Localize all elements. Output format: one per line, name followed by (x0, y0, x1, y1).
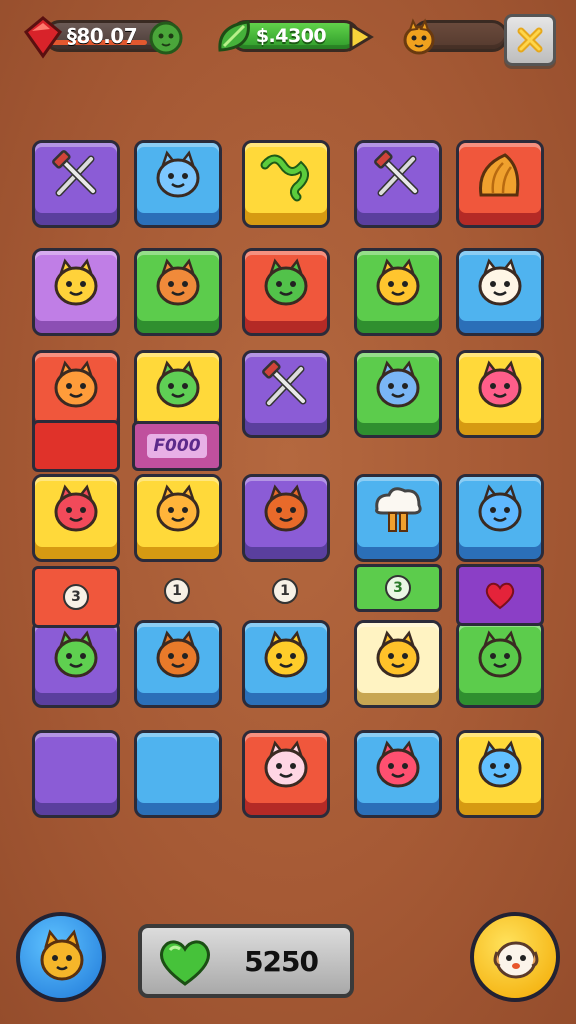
pet-button[interactable] (470, 912, 560, 1002)
board-tile[interactable] (134, 248, 222, 336)
green-heart-icon (160, 940, 210, 986)
crossed-swords-icon (262, 359, 307, 407)
board-tile[interactable] (456, 140, 544, 228)
blue-puff-icon (478, 740, 522, 788)
orange-fox-head-icon (156, 630, 200, 678)
board-tile[interactable] (354, 474, 442, 562)
green-frog-icon (54, 630, 98, 678)
board-tile[interactable] (456, 248, 544, 336)
mushroom-cloud-icon (375, 487, 422, 532)
green-snake-icon (260, 154, 309, 202)
yellow-fox-icon (376, 258, 420, 306)
token-badge[interactable]: 1 (272, 578, 298, 604)
pink-ghost-icon (264, 740, 308, 788)
board-tile[interactable] (456, 474, 544, 562)
yellow-fox2-icon (376, 630, 420, 678)
board-tile[interactable] (32, 140, 120, 228)
board-tile[interactable] (242, 730, 330, 818)
board-tile[interactable] (32, 474, 120, 562)
pink-jelly-icon (478, 360, 522, 408)
token-slab-2[interactable]: 3 (354, 564, 442, 612)
orange-shell-icon (479, 153, 520, 197)
orange-star-icon (156, 484, 200, 532)
board-tile[interactable] (354, 248, 442, 336)
food-tag[interactable]: F000 (132, 421, 222, 471)
board-tile[interactable] (134, 474, 222, 562)
red-heart-icon (485, 582, 515, 610)
board-tile[interactable] (354, 730, 442, 818)
tile-face (137, 733, 219, 803)
orange-dragon-icon (156, 258, 200, 306)
board-tile[interactable] (242, 140, 330, 228)
sun-face-icon (478, 258, 522, 306)
board-tile[interactable] (456, 620, 544, 708)
board-tile[interactable] (242, 474, 330, 562)
board-tile[interactable] (32, 620, 120, 708)
character-button[interactable] (16, 912, 106, 1002)
token-slab-1[interactable]: 3 (32, 566, 120, 628)
board-tile[interactable] (354, 140, 442, 228)
orange-fox-icon (264, 484, 308, 532)
hammer-crossed-icon (52, 149, 97, 197)
orange-cat-icon (40, 929, 84, 981)
yellow-bird-icon (264, 630, 308, 678)
board-tile[interactable] (32, 248, 120, 336)
red-jelly-icon (376, 740, 420, 788)
board-tile[interactable] (134, 620, 222, 708)
red-bug-icon (54, 484, 98, 532)
board-tile[interactable] (242, 620, 330, 708)
green-blob-icon (156, 360, 200, 408)
score-panel: 5250 (138, 924, 354, 998)
orange-bird-icon (54, 360, 98, 408)
blue-bat-icon (376, 360, 420, 408)
crossed-tools-icon (374, 149, 419, 197)
board-tile[interactable] (456, 350, 544, 438)
token-badge: 3 (63, 584, 89, 610)
tile-board (0, 0, 576, 1024)
fish-icon (156, 150, 200, 198)
green-cactus-icon (264, 258, 308, 306)
board-tile[interactable] (242, 248, 330, 336)
white-puppy-icon (493, 941, 539, 979)
board-tile[interactable] (32, 730, 120, 818)
green-cat-icon (478, 630, 522, 678)
tile-face (35, 733, 117, 803)
board-tile[interactable] (354, 350, 442, 438)
score-value: 5250 (244, 944, 319, 978)
stacked-slab-red[interactable] (32, 420, 120, 472)
yellow-cat-icon (54, 258, 98, 306)
board-tile[interactable] (242, 350, 330, 438)
food-tag-label: F000 (147, 434, 207, 458)
heart-slab[interactable] (456, 564, 544, 626)
blue-cat-icon (478, 484, 522, 532)
board-tile[interactable] (354, 620, 442, 708)
token-badge: 3 (385, 575, 411, 601)
board-tile[interactable] (134, 730, 222, 818)
board-tile[interactable] (134, 140, 222, 228)
token-badge[interactable]: 1 (164, 578, 190, 604)
board-tile[interactable] (456, 730, 544, 818)
